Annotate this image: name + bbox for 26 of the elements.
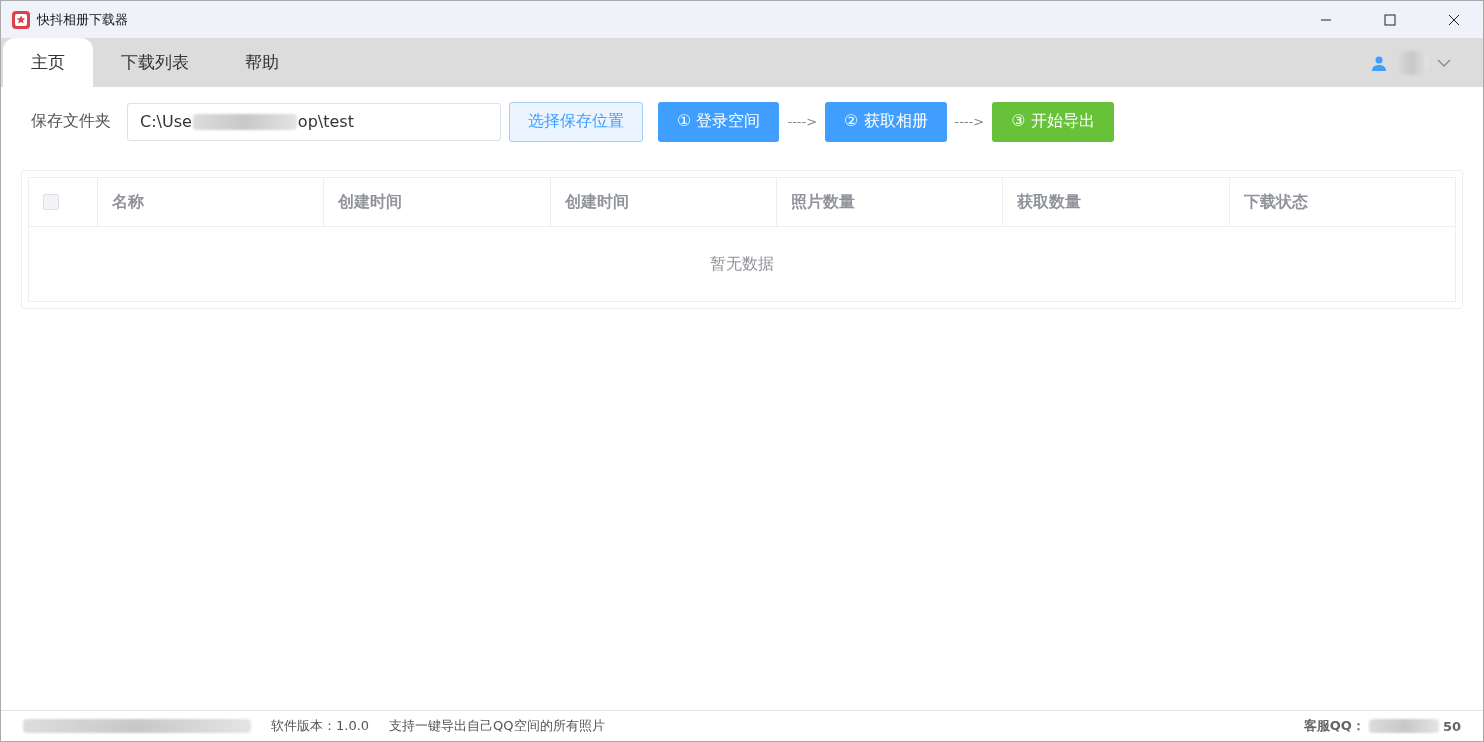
column-header: 创建时间 [323,177,551,227]
select-all-checkbox[interactable] [43,194,59,210]
column-header: 名称 [97,177,324,227]
save-path-field[interactable]: C:\Use op\test [127,102,501,141]
window-title: 快抖相册下载器 [37,10,129,29]
description-text: 支持一键导出自己QQ空间的所有照片 [389,717,605,735]
column-header: 创建时间 [550,177,777,227]
step-arrow: ----> [954,114,985,129]
tab[interactable]: 主页 [3,38,93,87]
tab[interactable]: 下载列表 [93,38,217,87]
tab[interactable]: 帮助 [217,38,307,87]
empty-message: 暂无数据 [710,253,774,273]
redacted-text [1368,719,1439,733]
support-label: 客服QQ： [1303,717,1365,735]
column-header: 照片数量 [776,177,1003,227]
chevron-down-icon[interactable] [1437,58,1451,67]
version-text: 软件版本：1.0.0 [271,717,370,735]
step-arrow: ----> [787,114,818,129]
column-header: 获取数量 [1002,177,1230,227]
support-number: 50 [1442,718,1461,734]
app-logo-icon [11,9,31,30]
save-folder-label: 保存文件夹 [31,111,111,132]
column-header: 下载状态 [1229,177,1456,227]
maximize-icon [1384,13,1396,26]
user-icon [1371,54,1387,71]
close-icon [1448,13,1460,26]
